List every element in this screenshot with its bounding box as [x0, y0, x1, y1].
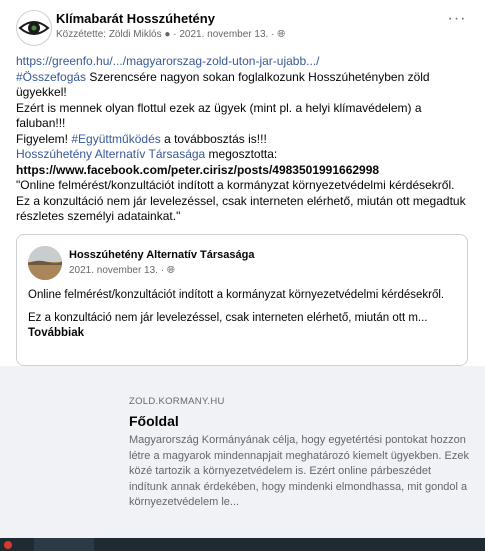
- post-dot-2: ·: [268, 29, 278, 40]
- hashtag-osszefogas[interactable]: #Összefogás: [16, 70, 86, 84]
- taskbar-app[interactable]: [34, 538, 94, 551]
- link-domain: ZOLD.KORMANY.HU: [129, 396, 225, 407]
- page-avatar[interactable]: [16, 10, 52, 46]
- facebook-post-link[interactable]: https://www.facebook.com/peter.cirisz/po…: [16, 163, 379, 177]
- meta-prefix: Közzétette:: [56, 29, 109, 40]
- post-dot: ·: [173, 29, 177, 40]
- article-link[interactable]: https://greenfo.hu/.../magyarorszag-zold…: [16, 54, 320, 68]
- see-more-link[interactable]: Továbbiak: [28, 327, 84, 339]
- shared-page-name[interactable]: Hosszúhetény Alternatív Társasága: [69, 249, 254, 261]
- taskbar: [0, 538, 485, 551]
- shared-dot: ·: [157, 265, 167, 276]
- link-preview[interactable]: ZOLD.KORMANY.HU Főoldal Magyarország Kor…: [0, 366, 485, 538]
- shared-meta: 2021. november 13. · 🌐︎: [69, 265, 175, 276]
- globe-icon: 🌐︎: [277, 29, 286, 40]
- body-line-3-post: a továbbosztás is!!!: [160, 131, 267, 146]
- shared-text: Online felmérést/konzultációt indított a…: [28, 288, 458, 342]
- body-line-3-pre: Figyelem!: [16, 131, 72, 146]
- landscape-photo-icon: [28, 246, 62, 280]
- link-description: Magyarország Kormányának célja, hogy egy…: [129, 434, 469, 508]
- globe-icon: 🌐︎: [166, 265, 175, 276]
- author-name[interactable]: Zöldi Miklós: [109, 29, 162, 40]
- more-options-icon[interactable]: ···: [445, 11, 469, 32]
- shared-date[interactable]: 2021. november 13.: [69, 265, 158, 276]
- shared-page-avatar[interactable]: [28, 246, 62, 280]
- link-title[interactable]: Főoldal: [129, 413, 469, 429]
- shared-para-2: Ez a konzultáció nem jár levelezéssel, c…: [28, 311, 428, 324]
- start-icon[interactable]: [4, 541, 12, 549]
- info-icon: ●: [164, 29, 171, 40]
- post-date[interactable]: 2021. november 13.: [179, 29, 268, 40]
- page-name[interactable]: Klímabarát Hosszúhetény: [56, 11, 215, 26]
- shared-page-link[interactable]: Hosszúhetény Alternatív Társasága: [16, 147, 205, 161]
- post-body: https://greenfo.hu/.../magyarorszag-zold…: [16, 54, 468, 225]
- post-meta: Közzétette: Zöldi Miklós ● · 2021. novem…: [56, 29, 285, 40]
- body-line-2: Ezért is mennek olyan flottul ezek az üg…: [16, 100, 422, 131]
- shared-post-card[interactable]: Hosszúhetény Alternatív Társasága 2021. …: [16, 234, 468, 366]
- link-preview-text: ZOLD.KORMANY.HU Főoldal Magyarország Kor…: [129, 396, 469, 511]
- hashtag-egyuttmukodes[interactable]: #Együttműködés: [71, 132, 160, 146]
- post-header: Klímabarát Hosszúhetény Közzétette: Zöld…: [16, 8, 471, 46]
- post-card: Klímabarát Hosszúhetény Közzétette: Zöld…: [0, 0, 485, 538]
- share-suffix: megosztotta:: [205, 147, 278, 161]
- eye-logo-icon: [18, 21, 50, 35]
- quote-text: "Online felmérést/konzultációt indított …: [16, 178, 466, 223]
- shared-para-1: Online felmérést/konzultációt indított a…: [28, 289, 445, 301]
